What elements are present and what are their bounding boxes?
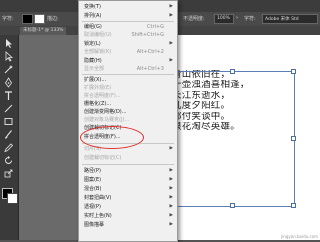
line-tool-icon[interactable] [2,103,15,114]
submenu-arrow-icon: ▶ [169,195,173,200]
menu-item-hide[interactable]: 隐藏(H) ▶ [79,57,177,65]
direct-selection-tool-icon[interactable] [2,51,15,62]
menu-item-perspective[interactable]: 透视(P) ▶ [79,203,177,211]
font-family-field[interactable]: Adobe 宋体 Std [262,14,318,24]
paintbrush-tool-icon[interactable] [2,129,15,140]
menu-divider [82,74,174,75]
menu-item-group[interactable]: 编组(G) Ctrl+G [79,23,177,31]
stroke-label: 描边: [47,16,59,22]
menu-item-create-gradient-mesh[interactable]: 创建渐变网格(D)... [79,108,177,116]
menu-item-expand-appearance[interactable]: 扩展外观(E) [79,84,177,92]
submenu-arrow-icon: ▶ [169,168,173,173]
rectangle-tool-icon[interactable] [2,116,15,127]
pencil-tool-icon[interactable] [2,142,15,153]
menu-item-pattern[interactable]: 图案(E) ▶ [79,176,177,184]
opacity-field[interactable]: 100% [214,14,234,24]
pen-tool-icon[interactable] [2,77,15,88]
menu-item-unlock-all[interactable]: 全部解锁(K) Alt+Ctrl+2 [79,48,177,56]
menu-divider [82,164,174,165]
submenu-arrow-icon: ▶ [169,186,173,191]
rotate-tool-icon[interactable] [2,155,15,166]
menu-item-create-object-mosaic[interactable]: 创建对象马赛克(J)... [79,116,177,124]
menu-item-arrange[interactable]: 排列(A) ▶ [79,12,177,20]
selection-bounding-box [170,71,295,207]
menu-item-rasterize[interactable]: 栅格化(Z)... [79,100,177,108]
type-tool-icon[interactable] [2,90,15,101]
highlight-annotation-ellipse [80,126,144,149]
menu-item-blend[interactable]: 混合(B) ▶ [79,185,177,193]
submenu-arrow-icon: ▶ [169,213,173,218]
watermark: jingyan.baidu.com [281,234,318,239]
menu-item-live-paint[interactable]: 实时上色(N) ▶ [79,212,177,220]
submenu-arrow-icon: ▶ [169,41,173,46]
magic-wand-tool-icon[interactable] [2,64,15,75]
menu-item-lock[interactable]: 锁定(L) ▶ [79,40,177,48]
tab-document[interactable]: 未标题-1* @ 133% [20,27,67,35]
submenu-arrow-icon: ▶ [169,204,173,209]
submenu-arrow-icon: ▶ [169,13,173,18]
submenu-arrow-icon: ▶ [169,177,173,182]
menu-item-path[interactable]: 路径(P) ▶ [79,167,177,175]
submenu-arrow-icon: ▶ [169,222,173,227]
menu-item-expand[interactable]: 扩展(X)... [79,76,177,84]
menu-item-transform[interactable]: 变换(T) ▶ [79,3,177,11]
submenu-arrow-icon: ▶ [169,4,173,9]
menu-item-show-all[interactable]: 显示全部 Alt+Ctrl+3 [79,65,177,73]
stroke-color-swatch[interactable] [7,193,18,204]
selection-tool-icon[interactable] [2,38,15,49]
object-type-label: 字符: [2,16,14,22]
chevron-right-icon[interactable]: › [236,15,238,21]
opacity-value: 100% [217,16,230,21]
fill-swatch[interactable] [22,14,33,24]
menu-item-create-trim-marks-2[interactable]: 创建裁切标记(C) [79,154,177,162]
menu-item-ungroup[interactable]: 取消编组(U) Shift+Ctrl+G [79,31,177,39]
resize-handle[interactable] [291,136,296,141]
menu-item-image-trace[interactable]: 图像描摹 ▶ [79,221,177,229]
opacity-label: 不透明度: [183,16,205,22]
object-menu-dropdown: 变换(T) ▶ 排列(A) ▶ 编组(G) Ctrl+G 取消编组(U) Shift+C… [78,0,178,242]
menu-item-envelope-distort[interactable]: 封套扭曲(V) ▶ [79,194,177,202]
menu-item-flatten-transparency[interactable]: 拼合透明度(F)... [79,92,177,100]
resize-handle[interactable] [230,203,235,208]
menu-divider [82,21,174,22]
font-name: Adobe 宋体 Std [265,17,299,22]
submenu-arrow-icon: ▶ [169,58,173,63]
character-label: 字符: [244,16,256,22]
resize-handle[interactable] [291,69,296,74]
stroke-swatch[interactable] [34,14,45,24]
resize-handle[interactable] [230,69,235,74]
scale-tool-icon[interactable] [2,168,15,179]
resize-handle[interactable] [291,203,296,208]
submenu-arrow-icon: ▶ [169,146,173,151]
